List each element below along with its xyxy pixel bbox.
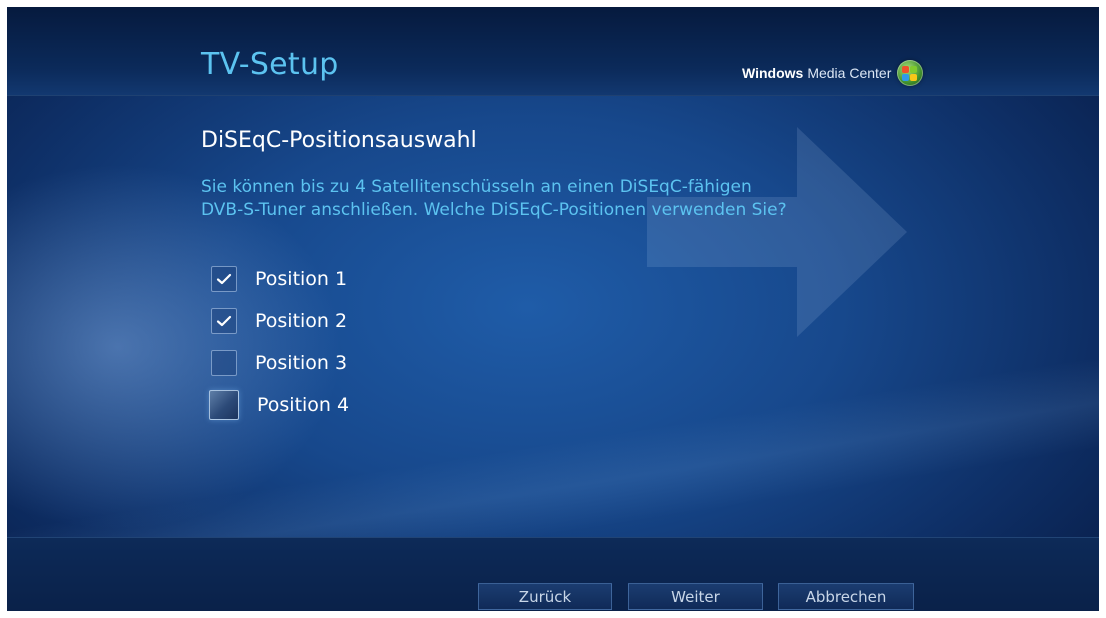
windows-orb-icon xyxy=(897,60,924,86)
checkmark-icon xyxy=(216,315,232,327)
brand-name-bold: Windows xyxy=(742,65,804,81)
option-label: Position 3 xyxy=(255,352,348,374)
checkbox-position-3[interactable] xyxy=(211,350,237,376)
instruction-line-1: Sie können bis zu 4 Satellitenschüsseln … xyxy=(201,177,752,197)
checkbox-position-2[interactable] xyxy=(211,308,237,334)
option-position-2[interactable]: Position 2 xyxy=(209,300,349,342)
instruction-line-2: DVB-S-Tuner anschließen. Welche DiSEqC-P… xyxy=(201,200,787,220)
cancel-button[interactable]: Abbrechen xyxy=(778,583,914,610)
page-title: TV-Setup xyxy=(201,47,339,82)
checkbox-position-1[interactable] xyxy=(211,266,237,292)
option-label: Position 4 xyxy=(257,394,350,416)
option-position-4[interactable]: Position 4 xyxy=(209,384,349,426)
media-center-screen: TV-Setup Windows Media Center DiSEqC-Pos… xyxy=(7,7,1099,611)
section-heading: DiSEqC-Positionsauswahl xyxy=(201,128,477,153)
checkmark-icon xyxy=(216,273,232,285)
back-button[interactable]: Zurück xyxy=(478,583,612,610)
arrow-watermark-icon xyxy=(647,127,907,337)
position-checkbox-list: Position 1 Position 2 Position 3 Positio… xyxy=(209,258,349,426)
option-position-1[interactable]: Position 1 xyxy=(209,258,349,300)
windows-media-center-logo: Windows Media Center xyxy=(742,60,924,86)
option-label: Position 2 xyxy=(255,310,348,332)
next-button[interactable]: Weiter xyxy=(628,583,763,610)
header-bar: TV-Setup Windows Media Center xyxy=(7,7,1099,96)
option-position-3[interactable]: Position 3 xyxy=(209,342,349,384)
brand-name-light: Media Center xyxy=(807,65,892,81)
option-label: Position 1 xyxy=(255,268,348,290)
instruction-text: Sie können bis zu 4 Satellitenschüsseln … xyxy=(201,176,921,222)
checkbox-position-4[interactable] xyxy=(209,390,239,420)
